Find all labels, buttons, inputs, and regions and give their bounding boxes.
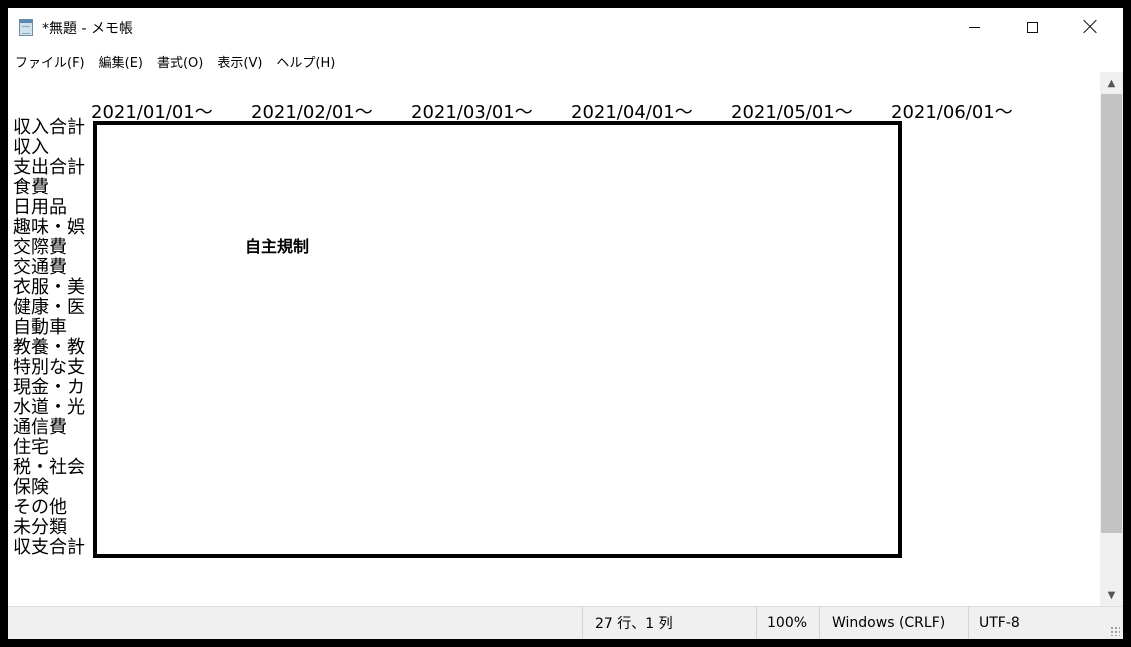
status-bar: 27 行、1 列 100% Windows (CRLF) UTF-8 [8, 606, 1123, 639]
row-label: 未分類 [13, 517, 67, 538]
notepad-window: *無題 - メモ帳 ファイル(F) 編集(E) 書式(O) 表示(V) ヘルプ(… [8, 8, 1123, 639]
window-title: *無題 - メモ帳 [42, 21, 133, 37]
menu-bar: ファイル(F) 編集(E) 書式(O) 表示(V) ヘルプ(H) [8, 46, 1123, 72]
row-label: 住宅 [13, 437, 49, 458]
row-label: 通信費 [13, 417, 67, 438]
row-label: 税・社会 [13, 457, 85, 478]
close-icon [1083, 20, 1097, 34]
vertical-scrollbar[interactable]: ▲ ▼ [1100, 72, 1123, 606]
menu-format[interactable]: 書式(O) [153, 46, 207, 72]
row-label: 健康・医 [13, 297, 85, 318]
title-bar[interactable]: *無題 - メモ帳 [8, 8, 1123, 46]
resize-grip-icon[interactable] [1110, 626, 1120, 636]
menu-help[interactable]: ヘルプ(H) [272, 46, 339, 72]
row-label: 交際費 [13, 237, 67, 258]
encoding: UTF-8 [968, 607, 1123, 639]
scroll-up-button[interactable]: ▲ [1100, 72, 1123, 94]
row-label: 現金・カ [13, 377, 85, 398]
row-label-list: 収入合計 収入 支出合計 食費 日用品 趣味・娯 交際費 交通費 衣服・美 健康… [13, 118, 85, 558]
header-date: 2021/06/01～ [891, 102, 1013, 123]
row-label: 特別な支 [13, 357, 85, 378]
minimize-icon [968, 26, 980, 28]
menu-file[interactable]: ファイル(F) [11, 46, 89, 72]
line-ending: Windows (CRLF) [819, 607, 968, 639]
close-button[interactable] [1061, 8, 1119, 46]
row-label: 保険 [13, 477, 49, 498]
row-label: 収支合計 [13, 537, 85, 558]
redaction-label: 自主規制 [245, 237, 310, 256]
chevron-up-icon: ▲ [1107, 77, 1116, 89]
row-label: 水道・光 [13, 397, 85, 418]
row-label: 交通費 [13, 257, 67, 278]
maximize-icon [1026, 21, 1038, 33]
minimize-button[interactable] [945, 8, 1003, 46]
row-label: その他 [13, 497, 67, 518]
row-label: 食費 [13, 177, 49, 198]
row-label: 自動車 [13, 317, 67, 338]
notepad-app-icon [19, 19, 33, 36]
scroll-thumb[interactable] [1101, 94, 1122, 533]
row-label: 日用品 [13, 197, 67, 218]
maximize-button[interactable] [1003, 8, 1061, 46]
row-label: 支出合計 [13, 157, 85, 178]
row-label: 教養・教 [13, 337, 85, 358]
row-label: 収入合計 [13, 117, 85, 138]
menu-view[interactable]: 表示(V) [213, 46, 266, 72]
row-label: 収入 [13, 137, 49, 158]
zoom-level: 100% [756, 607, 819, 639]
chevron-down-icon: ▼ [1107, 589, 1116, 601]
redaction-box: 自主規制 [93, 121, 902, 558]
scroll-down-button[interactable]: ▼ [1100, 584, 1123, 606]
cursor-position: 27 行、1 列 [582, 607, 756, 639]
text-editor-area[interactable]: 2021/01/01～ 2021/02/01～ 2021/03/01～ 2021… [8, 72, 1100, 606]
row-label: 衣服・美 [13, 277, 85, 298]
row-label: 趣味・娯 [13, 217, 85, 238]
menu-edit[interactable]: 編集(E) [95, 46, 147, 72]
